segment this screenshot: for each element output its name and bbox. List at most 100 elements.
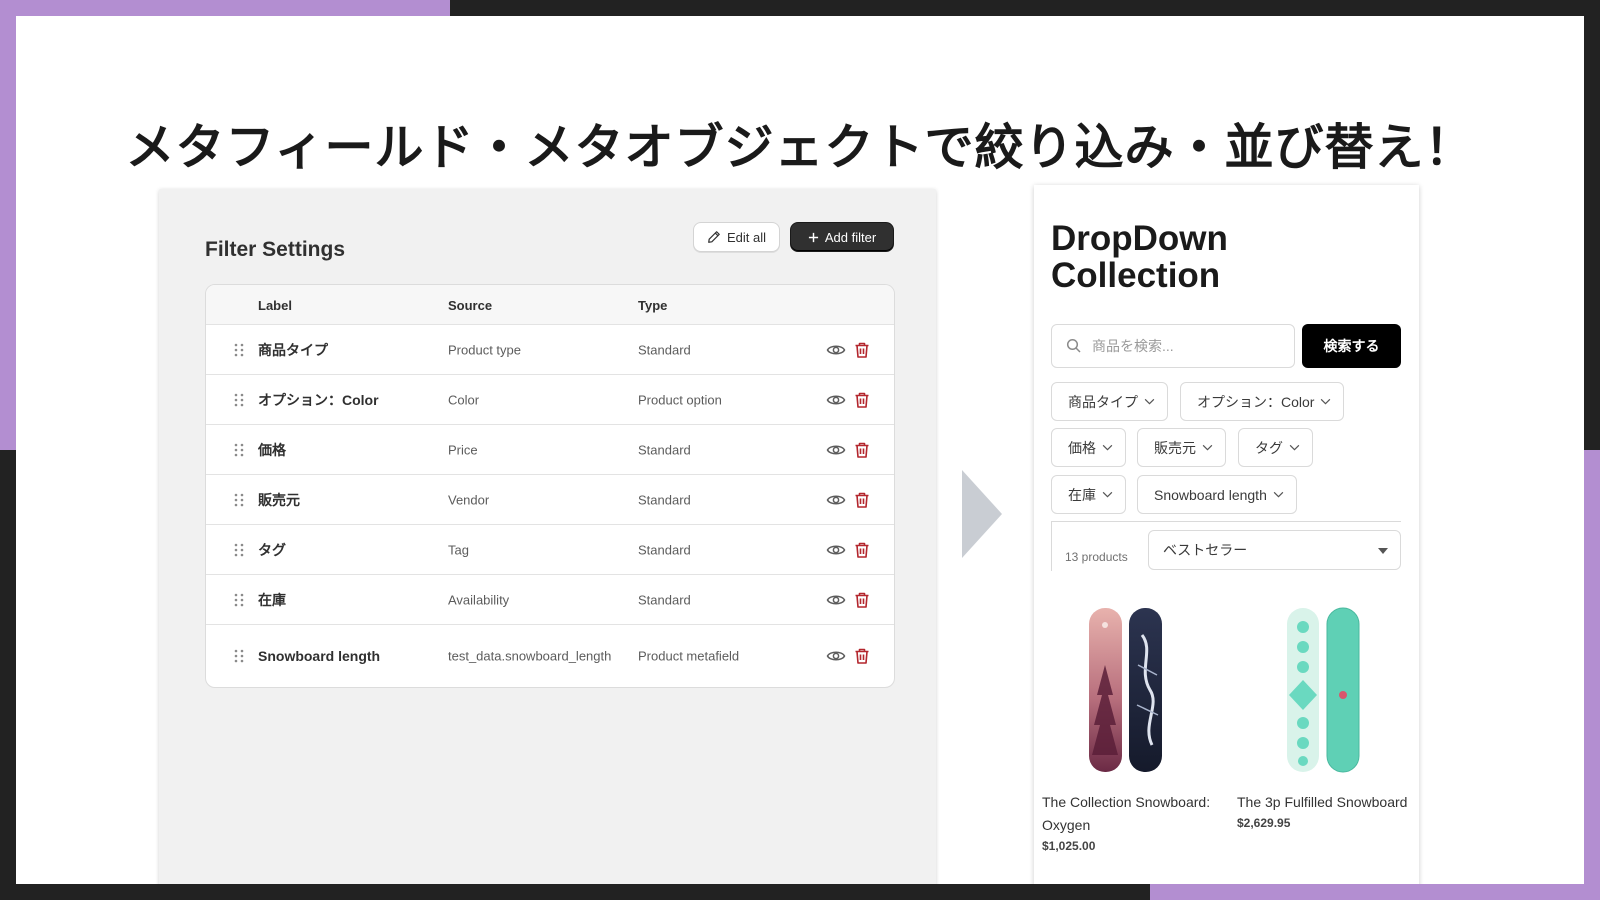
row-source: Vendor bbox=[448, 492, 490, 507]
row-label: 在庫 bbox=[258, 591, 286, 608]
slide-card: メタフィールド・メタオブジェクトで絞り込み・並び替え！ Filter Setti… bbox=[16, 16, 1584, 884]
caret-down-icon bbox=[1378, 548, 1388, 554]
row-type: Standard bbox=[638, 492, 691, 507]
product-name[interactable]: The 3p Fulfilled Snowboard bbox=[1237, 791, 1417, 814]
add-filter-label: Add filter bbox=[824, 229, 877, 245]
filter-chip[interactable]: 販売元 bbox=[1137, 428, 1226, 467]
row-label: Snowboard length bbox=[258, 648, 381, 664]
toolbar-divider-vertical bbox=[1051, 521, 1052, 571]
eye-icon[interactable] bbox=[826, 590, 846, 610]
table-row[interactable]: オプション：Color Color Product option bbox=[206, 375, 894, 425]
drag-handle-icon[interactable] bbox=[233, 443, 245, 457]
column-header-label: Label bbox=[258, 298, 292, 313]
filter-table: Label Source Type 商品タイプ Product type Stand… bbox=[205, 284, 895, 688]
trash-icon[interactable] bbox=[853, 391, 871, 409]
row-source: test_data.snowboard_length bbox=[448, 648, 612, 664]
chevron-down-icon bbox=[1102, 491, 1113, 498]
snowboard-3p-fulfilled-image bbox=[1287, 607, 1360, 773]
table-row[interactable]: タグ Tag Standard bbox=[206, 525, 894, 575]
drag-handle-icon[interactable] bbox=[233, 543, 245, 557]
filter-chip[interactable]: 価格 bbox=[1051, 428, 1126, 467]
snowboard-oxygen-image bbox=[1089, 608, 1162, 772]
drag-handle-icon[interactable] bbox=[233, 593, 245, 607]
panel-title: Filter Settings bbox=[205, 238, 346, 261]
row-source: Tag bbox=[448, 542, 469, 557]
table-row[interactable]: Snowboard length test_data.snowboard_leng… bbox=[206, 625, 894, 687]
trash-icon[interactable] bbox=[853, 441, 871, 459]
search-icon bbox=[1066, 338, 1081, 353]
row-source: Price bbox=[448, 442, 478, 457]
eye-icon[interactable] bbox=[826, 490, 846, 510]
row-source: Color bbox=[448, 392, 480, 407]
chevron-down-icon bbox=[1144, 398, 1155, 405]
trash-icon[interactable] bbox=[853, 341, 871, 359]
row-label: タグ bbox=[258, 541, 286, 558]
eye-icon[interactable] bbox=[826, 390, 846, 410]
product-count: 13 products bbox=[1065, 550, 1128, 564]
product-price: $1,025.00 bbox=[1042, 839, 1096, 853]
filter-chip-label: 商品タイプ bbox=[1068, 393, 1138, 410]
chevron-down-icon bbox=[1321, 398, 1331, 405]
slide-headline: メタフィールド・メタオブジェクトで絞り込み・並び替え！ bbox=[125, 121, 1475, 175]
trash-icon[interactable] bbox=[853, 647, 871, 665]
row-label: 商品タイプ bbox=[258, 341, 328, 358]
drag-handle-icon[interactable] bbox=[233, 493, 245, 507]
row-type: Standard bbox=[638, 442, 691, 457]
row-type: Product metafield bbox=[638, 648, 740, 664]
table-header: Label Source Type bbox=[206, 285, 894, 325]
eye-icon[interactable] bbox=[826, 540, 846, 560]
sort-select[interactable]: ベストセラー bbox=[1148, 530, 1401, 570]
chevron-down-icon bbox=[1102, 444, 1113, 451]
table-row[interactable]: 販売元 Vendor Standard bbox=[206, 475, 894, 525]
filter-chip-label: 価格 bbox=[1068, 439, 1096, 456]
storefront-preview: DropDown Collection 検索する 商品タイプ オプション：Colo… bbox=[1034, 185, 1419, 884]
pencil-icon bbox=[708, 231, 720, 243]
filter-chip-label: Snowboard length bbox=[1154, 486, 1267, 503]
table-row[interactable]: 在庫 Availability Standard bbox=[206, 575, 894, 625]
row-label: 価格 bbox=[258, 441, 286, 458]
filter-chip-label: 在庫 bbox=[1068, 486, 1096, 503]
trash-icon[interactable] bbox=[853, 541, 871, 559]
arrow-right-icon bbox=[962, 470, 1002, 558]
product-name[interactable]: The Collection Snowboard: Oxygen bbox=[1042, 791, 1222, 837]
search-button[interactable]: 検索する bbox=[1302, 324, 1401, 368]
table-row[interactable]: 商品タイプ Product type Standard bbox=[206, 325, 894, 375]
row-type: Standard bbox=[638, 592, 691, 607]
eye-icon[interactable] bbox=[826, 340, 846, 360]
filter-chip[interactable]: 在庫 bbox=[1051, 475, 1126, 514]
eye-icon[interactable] bbox=[826, 440, 846, 460]
add-filter-button[interactable]: Add filter bbox=[790, 222, 894, 252]
filter-chip[interactable]: タグ bbox=[1238, 428, 1313, 467]
trash-icon[interactable] bbox=[853, 491, 871, 509]
drag-handle-icon[interactable] bbox=[233, 393, 245, 407]
product-card[interactable]: The 3p Fulfilled Snowboard $2,629.95 bbox=[1237, 605, 1417, 830]
product-card[interactable]: The Collection Snowboard: Oxygen $1,025.… bbox=[1042, 605, 1222, 853]
filter-chip-label: 販売元 bbox=[1154, 439, 1196, 456]
column-header-type: Type bbox=[638, 298, 668, 313]
eye-icon[interactable] bbox=[826, 646, 846, 666]
search-input[interactable] bbox=[1092, 338, 1272, 354]
row-source: Availability bbox=[448, 592, 510, 607]
row-type: Standard bbox=[638, 342, 691, 357]
product-image[interactable] bbox=[1042, 605, 1222, 775]
product-image[interactable] bbox=[1237, 605, 1417, 775]
drag-handle-icon[interactable] bbox=[233, 343, 245, 357]
row-type: Standard bbox=[638, 542, 691, 557]
product-search-box[interactable] bbox=[1051, 324, 1295, 368]
filter-chip[interactable]: オプション：Color bbox=[1180, 382, 1345, 421]
sort-selected-value: ベストセラー bbox=[1163, 542, 1248, 558]
toolbar-divider bbox=[1051, 521, 1401, 522]
row-label: オプション：Color bbox=[258, 391, 379, 408]
chevron-down-icon bbox=[1273, 491, 1284, 498]
collection-title: DropDown Collection bbox=[1051, 219, 1228, 295]
chevron-down-icon bbox=[1202, 444, 1213, 451]
chevron-down-icon bbox=[1289, 444, 1300, 451]
filter-chip[interactable]: Snowboard length bbox=[1137, 475, 1297, 514]
filter-settings-panel: Filter Settings Edit all Add filter Labe… bbox=[159, 189, 936, 884]
drag-handle-icon[interactable] bbox=[233, 649, 245, 663]
table-row[interactable]: 価格 Price Standard bbox=[206, 425, 894, 475]
edit-all-button[interactable]: Edit all bbox=[693, 222, 780, 252]
filter-chip[interactable]: 商品タイプ bbox=[1051, 382, 1168, 421]
product-price: $2,629.95 bbox=[1237, 816, 1291, 830]
trash-icon[interactable] bbox=[853, 591, 871, 609]
